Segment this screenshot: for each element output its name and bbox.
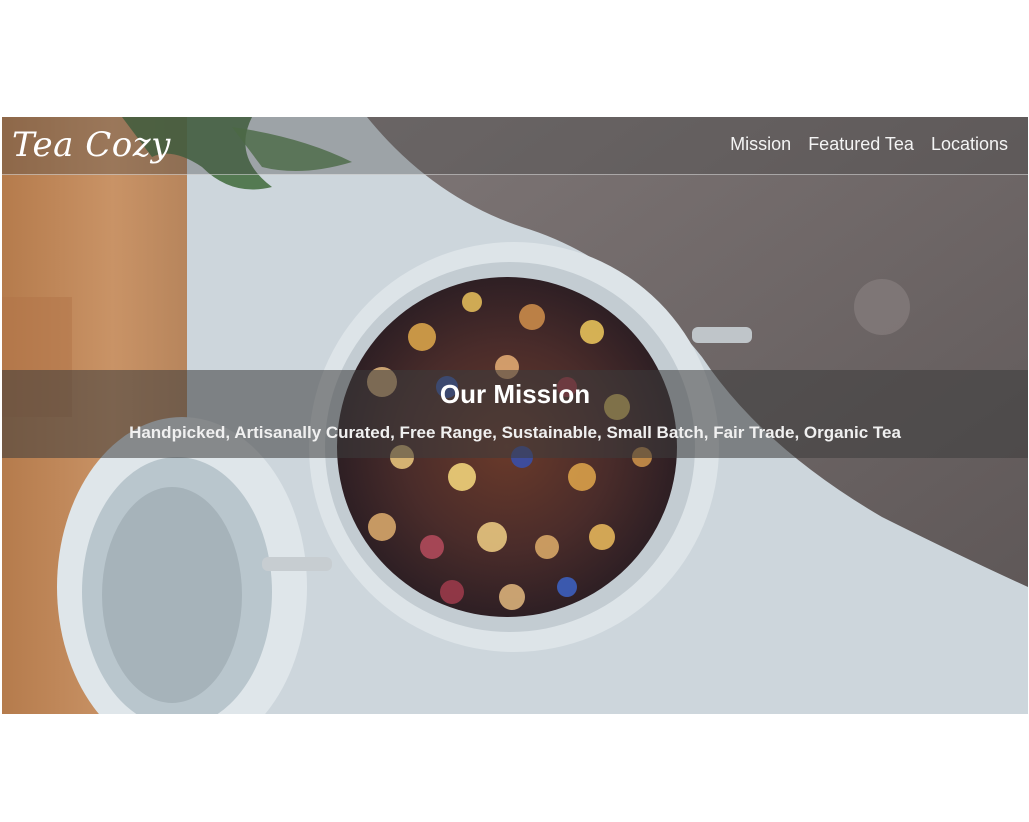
main-nav: Mission Featured Tea Locations: [730, 133, 1008, 155]
mission-title: Our Mission: [439, 379, 591, 409]
site-header: Tea Cozy Mission Featured Tea Locations: [2, 117, 1028, 175]
nav-link-featured-tea[interactable]: Featured Tea: [808, 133, 914, 155]
mission-banner: Our Mission Handpicked, Artisanally Cura…: [2, 370, 1028, 458]
nav-link-locations[interactable]: Locations: [931, 133, 1008, 155]
nav-link-mission[interactable]: Mission: [730, 133, 791, 155]
logo[interactable]: Tea Cozy: [12, 121, 171, 169]
hero-section: Tea Cozy Mission Featured Tea Locations …: [2, 117, 1028, 714]
mission-subtitle: Handpicked, Artisanally Curated, Free Ra…: [129, 423, 901, 442]
page: Tea Cozy Mission Featured Tea Locations …: [0, 0, 1029, 822]
